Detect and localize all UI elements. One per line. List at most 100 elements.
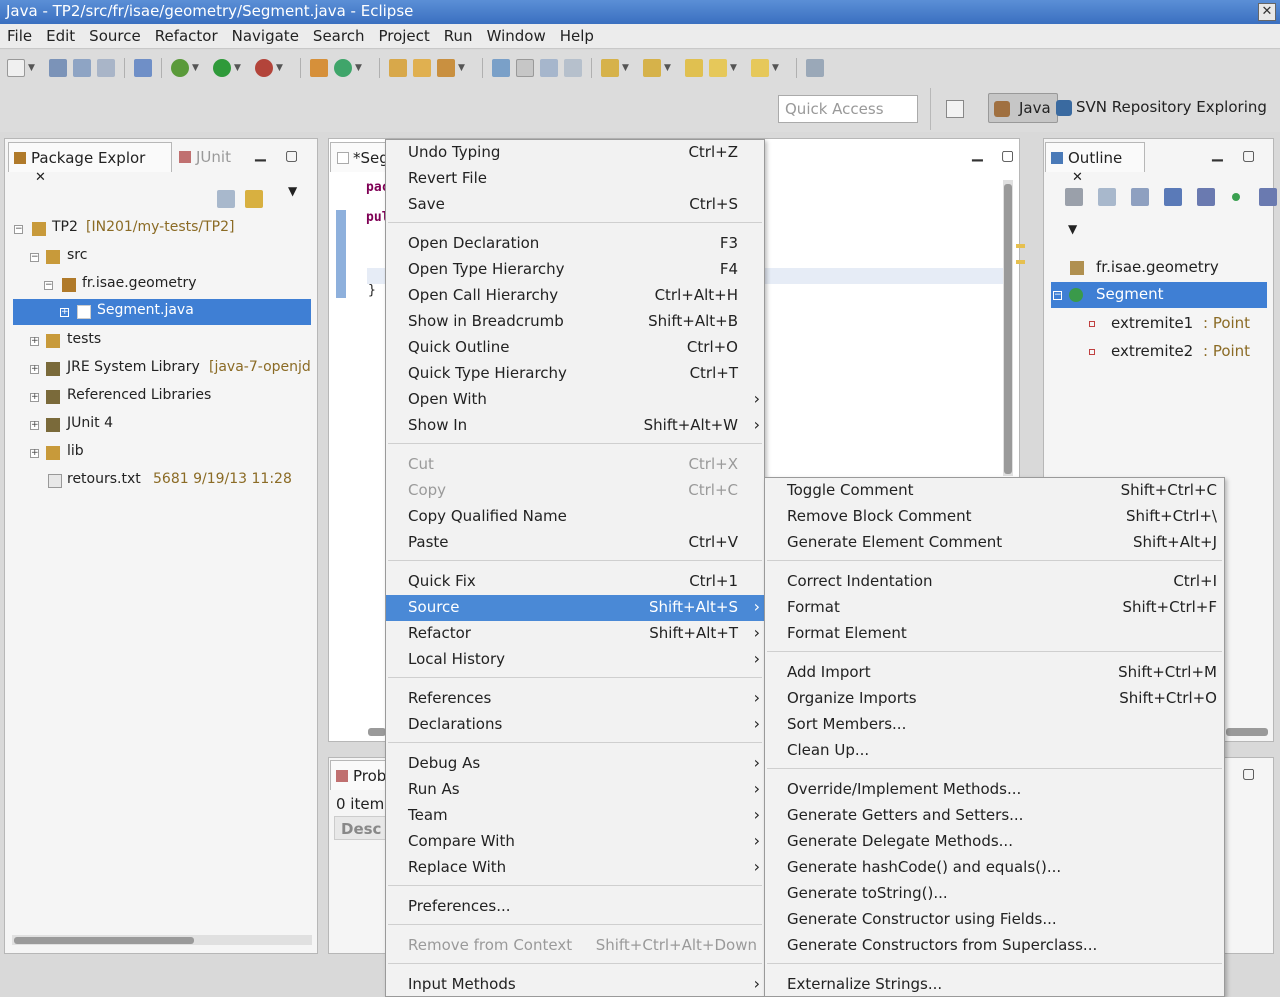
menu-item-team[interactable]: Team › (386, 803, 764, 829)
close-icon[interactable]: ✕ (1072, 170, 1083, 185)
menu-item-format[interactable]: Format Shift+Ctrl+F (765, 595, 1224, 621)
collapse-icon[interactable]: − (14, 225, 23, 234)
run-icon[interactable] (213, 59, 231, 77)
forward-icon[interactable] (751, 59, 769, 77)
menu-item-generate-constructors-superclass[interactable]: Generate Constructors from Superclass... (765, 933, 1224, 959)
menu-help[interactable]: Help (553, 24, 601, 48)
menu-item-toggle-comment[interactable]: Toggle Comment Shift+Ctrl+C (765, 478, 1224, 504)
menu-item-open-declaration[interactable]: Open Declaration F3 (386, 231, 764, 257)
hide-fields-icon[interactable] (1164, 188, 1182, 206)
minimize-icon[interactable]: ▁ (972, 146, 983, 162)
editor-vscroll[interactable] (1003, 180, 1013, 476)
link-with-editor-icon[interactable] (245, 190, 263, 208)
collapse-icon[interactable]: − (44, 281, 53, 290)
menu-window[interactable]: Window (480, 24, 553, 48)
menu-item-run-as[interactable]: Run As › (386, 777, 764, 803)
menu-search[interactable]: Search (306, 24, 372, 48)
outline-item-package[interactable]: fr.isae.geometry (1052, 255, 1270, 281)
tree-item-retours[interactable]: retours.txt 5681 9/19/13 11:28 (12, 468, 312, 494)
collapse-icon[interactable]: − (1053, 291, 1062, 300)
menu-item-override-implement[interactable]: Override/Implement Methods... (765, 777, 1224, 803)
menu-item-refactor[interactable]: Refactor Shift+Alt+T › (386, 621, 764, 647)
search-dropdown-icon[interactable]: ▼ (458, 63, 468, 73)
new-java-project-icon[interactable] (310, 59, 328, 77)
maximize-icon[interactable]: ▢ (1001, 148, 1014, 164)
next-annotation-icon[interactable] (601, 59, 619, 77)
expand-icon[interactable]: + (30, 393, 39, 402)
menu-project[interactable]: Project (371, 24, 436, 48)
forward-dropdown-icon[interactable]: ▼ (772, 63, 782, 73)
run-dropdown-icon[interactable]: ▼ (234, 63, 244, 73)
menu-refactor[interactable]: Refactor (148, 24, 225, 48)
menu-item-save[interactable]: Save Ctrl+S (386, 192, 764, 218)
menu-item-generate-delegate-methods[interactable]: Generate Delegate Methods... (765, 829, 1224, 855)
scroll-thumb[interactable] (1004, 184, 1012, 474)
maximize-icon[interactable]: ▢ (1242, 766, 1255, 782)
tree-item-tests[interactable]: + tests (12, 328, 312, 354)
menu-item-generate-hashcode-equals[interactable]: Generate hashCode() and equals()... (765, 855, 1224, 881)
tab-junit[interactable]: JUnit (174, 142, 237, 172)
menu-item-generate-constructor-fields[interactable]: Generate Constructor using Fields... (765, 907, 1224, 933)
menu-item-replace-with[interactable]: Replace With › (386, 855, 764, 881)
menu-item-format-element[interactable]: Format Element (765, 621, 1224, 647)
skip-breakpoints-icon[interactable] (134, 59, 152, 77)
menu-item-quick-type-hierarchy[interactable]: Quick Type Hierarchy Ctrl+T (386, 361, 764, 387)
expand-icon[interactable]: + (30, 365, 39, 374)
tree-item-tp2[interactable]: − TP2 [IN201/my-tests/TP2] (12, 216, 312, 242)
tree-item-segment-java[interactable]: + Segment.java (13, 299, 311, 325)
debug-icon[interactable] (171, 59, 189, 77)
sort-icon[interactable] (1131, 188, 1149, 206)
outline-item-field[interactable]: extremite2 : Point (1052, 339, 1270, 365)
menu-item-source[interactable]: Source Shift+Alt+S › (386, 595, 764, 621)
menu-item-add-import[interactable]: Add Import Shift+Ctrl+M (765, 660, 1224, 686)
minimize-icon[interactable]: ▁ (255, 146, 266, 162)
minimize-icon[interactable]: ▁ (1212, 146, 1223, 162)
menu-item-quick-outline[interactable]: Quick Outline Ctrl+O (386, 335, 764, 361)
new-dropdown-icon[interactable]: ▼ (28, 63, 38, 73)
menu-item-organize-imports[interactable]: Organize Imports Shift+Ctrl+O (765, 686, 1224, 712)
expand-icon[interactable]: + (30, 337, 39, 346)
expand-icon[interactable]: + (30, 421, 39, 430)
collapse-all-icon[interactable] (217, 190, 235, 208)
expand-icon[interactable]: + (30, 449, 39, 458)
external-tools-dropdown-icon[interactable]: ▼ (276, 63, 286, 73)
view-menu-icon[interactable]: ▼ (1068, 222, 1077, 236)
hide-non-public-icon[interactable] (1232, 193, 1240, 201)
menu-item-externalize-strings[interactable]: Externalize Strings... (765, 972, 1224, 997)
previous-annotation-dropdown-icon[interactable]: ▼ (664, 63, 674, 73)
new-class-icon[interactable] (334, 59, 352, 77)
menu-navigate[interactable]: Navigate (225, 24, 306, 48)
overview-marker[interactable] (1016, 244, 1025, 248)
debug-dropdown-icon[interactable]: ▼ (192, 63, 202, 73)
save-all-icon[interactable] (73, 59, 91, 77)
open-type-icon[interactable] (389, 59, 407, 77)
previous-annotation-icon[interactable] (643, 59, 661, 77)
menu-item-undo-typing[interactable]: Undo Typing Ctrl+Z (386, 140, 764, 166)
new-icon[interactable] (7, 59, 25, 77)
editor-hscroll-thumb[interactable] (368, 728, 386, 736)
tab-editor-segment[interactable]: *Seg (330, 142, 390, 172)
view-menu-icon[interactable]: ▼ (288, 184, 297, 198)
tab-outline[interactable]: Outline ✕ (1045, 142, 1145, 185)
collapse-all-icon[interactable] (1098, 188, 1116, 206)
menu-source[interactable]: Source (82, 24, 148, 48)
menu-edit[interactable]: Edit (39, 24, 82, 48)
menu-item-open-type-hierarchy[interactable]: Open Type Hierarchy F4 (386, 257, 764, 283)
menu-item-generate-tostring[interactable]: Generate toString()... (765, 881, 1224, 907)
package-explorer-hscroll[interactable] (12, 935, 312, 945)
problems-column-description[interactable]: Desc (334, 816, 386, 840)
overview-marker[interactable] (1016, 260, 1025, 264)
code-line-close-brace[interactable]: } (368, 283, 376, 298)
perspective-svn-button[interactable]: SVN Repository Exploring (1056, 93, 1273, 123)
menu-item-quick-fix[interactable]: Quick Fix Ctrl+1 (386, 569, 764, 595)
quick-access-input[interactable]: Quick Access (778, 95, 918, 123)
tree-item-referenced-libraries[interactable]: + Referenced Libraries (12, 384, 312, 410)
hide-local-types-icon[interactable] (1259, 188, 1277, 206)
toggle-block-selection-icon[interactable] (540, 59, 558, 77)
outline-hscroll-thumb[interactable] (1226, 728, 1268, 736)
menu-item-local-history[interactable]: Local History › (386, 647, 764, 673)
menu-item-remove-block-comment[interactable]: Remove Block Comment Shift+Ctrl+\ (765, 504, 1224, 530)
next-annotation-dropdown-icon[interactable]: ▼ (622, 63, 632, 73)
menu-file[interactable]: File (0, 24, 39, 48)
menu-item-paste[interactable]: Paste Ctrl+V (386, 530, 764, 556)
